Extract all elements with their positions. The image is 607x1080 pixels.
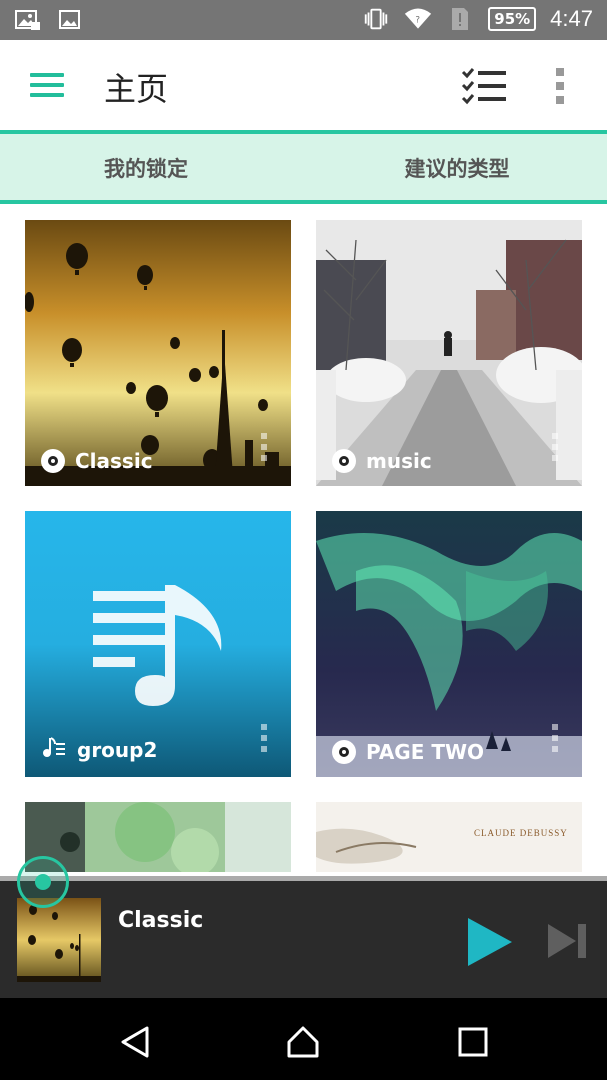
card-label-row: group2 <box>41 735 157 764</box>
vibrate-icon <box>362 6 390 32</box>
card-title: group2 <box>77 737 158 762</box>
card-title: PAGE TWO <box>366 740 485 764</box>
seek-track[interactable] <box>0 876 607 881</box>
disc-icon <box>332 740 356 764</box>
pinned-grid: Classic music group2 PAGE TWO CLAUDE DEB… <box>0 204 607 872</box>
card-more-icon[interactable] <box>261 724 267 757</box>
green-window-artwork <box>25 802 291 872</box>
app-bar: 主页 <box>0 40 607 132</box>
home-icon[interactable] <box>285 1024 321 1060</box>
balloons-artwork <box>25 220 291 486</box>
card-title: music <box>366 449 432 473</box>
now-playing-title: Classic <box>118 908 204 933</box>
now-playing-bar[interactable]: Classic <box>0 876 607 998</box>
recents-icon[interactable] <box>455 1024 491 1060</box>
image-icon <box>56 7 84 33</box>
gallery-icon <box>14 7 42 33</box>
playlist-icon <box>41 735 67 764</box>
checklist-icon[interactable] <box>460 66 510 106</box>
card-classic[interactable]: Classic <box>25 220 291 486</box>
tab-bar: 我的锁定 建议的类型 <box>0 130 607 204</box>
disc-icon <box>332 449 356 473</box>
card-label-row: Classic <box>41 449 153 473</box>
back-icon[interactable] <box>117 1024 153 1060</box>
card-art-caption: CLAUDE DEBUSSY <box>474 828 568 838</box>
disc-icon <box>41 449 65 473</box>
card-more-icon[interactable] <box>552 433 558 466</box>
card-partial-5[interactable] <box>25 802 291 872</box>
card-music[interactable]: music <box>316 220 582 486</box>
status-bar: ? 95% 4:47 <box>0 0 607 40</box>
sim-icon <box>446 6 474 32</box>
card-group2[interactable]: group2 <box>25 511 291 777</box>
card-partial-6[interactable]: CLAUDE DEBUSSY <box>316 802 582 872</box>
card-title: Classic <box>75 449 153 473</box>
now-playing-artwork <box>17 898 101 982</box>
card-page-two[interactable]: PAGE TWO <box>316 511 582 777</box>
skip-next-icon[interactable] <box>546 920 588 962</box>
play-icon[interactable] <box>466 916 514 968</box>
seek-handle[interactable] <box>17 856 69 908</box>
clock: 4:47 <box>550 6 593 31</box>
page-title: 主页 <box>104 70 169 108</box>
snow-street-artwork <box>316 220 582 486</box>
card-label-row: PAGE TWO <box>332 740 484 764</box>
battery-indicator: 95% <box>488 7 537 31</box>
card-label-row: music <box>332 449 432 473</box>
wifi-icon: ? <box>404 6 432 32</box>
svg-text:?: ? <box>416 16 421 26</box>
aurora-artwork <box>316 511 582 777</box>
card-more-icon[interactable] <box>261 433 267 466</box>
tab-suggested-genres[interactable]: 建议的类型 <box>307 134 607 204</box>
hamburger-icon[interactable] <box>30 73 64 99</box>
tab-my-pinned[interactable]: 我的锁定 <box>0 134 292 204</box>
system-nav-bar <box>0 998 607 1080</box>
more-vert-icon[interactable] <box>554 68 566 106</box>
card-more-icon[interactable] <box>552 724 558 757</box>
